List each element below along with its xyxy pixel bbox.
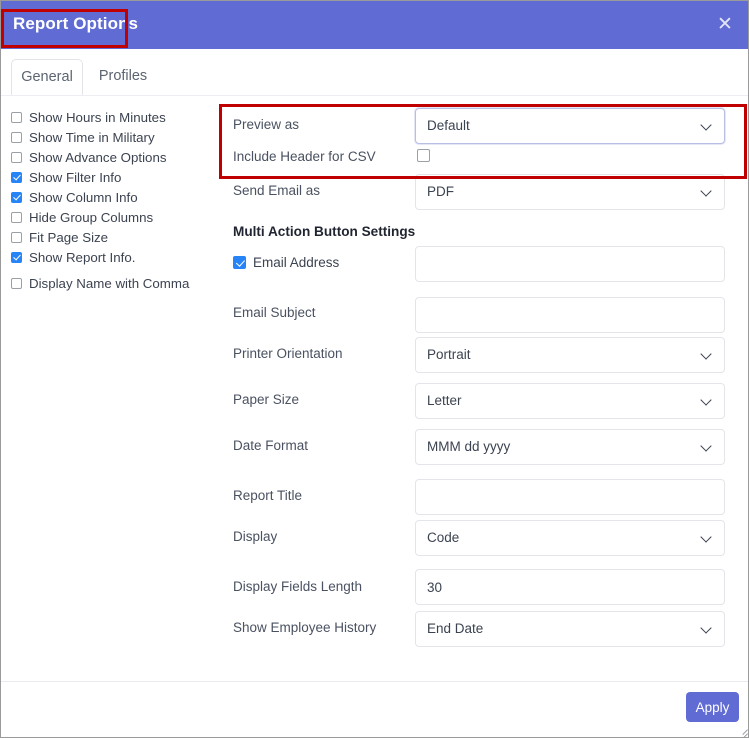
field-label: Email Address	[253, 255, 340, 270]
checkbox-label: Display Name with Comma	[29, 275, 190, 291]
field-label: Send Email as	[233, 183, 321, 198]
field-preview-as: Preview as Default	[223, 108, 743, 144]
checkbox-display-name-with-comma[interactable]: Display Name with Comma	[11, 273, 216, 293]
checkbox-show-filter-info[interactable]: Show Filter Info	[11, 167, 216, 187]
checkbox-icon[interactable]	[233, 256, 246, 269]
tab-bar: General Profiles	[1, 49, 748, 96]
email-address-toggle[interactable]: Email Address	[233, 255, 339, 270]
checkbox-icon[interactable]	[11, 251, 22, 263]
checkbox-show-advance-options[interactable]: Show Advance Options	[11, 147, 216, 167]
field-display-fields-length: Display Fields Length	[223, 566, 743, 605]
show-employee-history-select[interactable]: End Date	[415, 611, 725, 647]
field-email-address: Email Address	[223, 246, 743, 282]
dialog-titlebar: Report Options ✕	[1, 1, 748, 49]
send-email-as-select[interactable]: PDF	[415, 174, 725, 210]
checkbox-icon[interactable]	[11, 191, 22, 203]
display-fields-length-input[interactable]	[415, 569, 725, 605]
field-label: Paper Size	[233, 392, 300, 407]
checkbox-icon[interactable]	[11, 131, 22, 143]
field-label: Show Employee History	[233, 620, 377, 635]
checkbox-label: Fit Page Size	[29, 229, 109, 245]
checkbox-icon[interactable]	[11, 211, 22, 223]
apply-button[interactable]: Apply	[686, 692, 739, 722]
field-email-subject: Email Subject	[223, 292, 743, 333]
field-control[interactable]	[415, 297, 725, 333]
tab-profiles[interactable]: Profiles	[87, 59, 159, 96]
field-control[interactable]	[415, 246, 725, 282]
field-control[interactable]: End Date	[415, 611, 725, 647]
checkbox-icon[interactable]	[11, 111, 22, 123]
close-icon[interactable]: ✕	[712, 12, 738, 38]
field-label: Printer Orientation	[233, 346, 343, 361]
field-control[interactable]	[415, 569, 725, 605]
checkbox-label: Show Column Info	[29, 189, 138, 205]
checkbox-show-time-in-military[interactable]: Show Time in Military	[11, 127, 216, 147]
field-label: Report Title	[233, 488, 303, 503]
email-address-input[interactable]	[415, 246, 725, 282]
field-control[interactable]: PDF	[415, 174, 725, 210]
checkbox-icon[interactable]	[11, 171, 22, 183]
report-options-dialog: Report Options ✕ General Profiles Show H…	[0, 0, 749, 738]
checkbox-label: Show Hours in Minutes	[29, 109, 166, 125]
email-subject-input[interactable]	[415, 297, 725, 333]
field-show-employee-history: Show Employee History End Date	[223, 611, 743, 647]
field-label: Include Header for CSV	[233, 149, 376, 164]
dialog-content: Show Hours in Minutes Show Time in Milit…	[1, 96, 748, 681]
include-header-csv-checkbox[interactable]	[417, 149, 430, 162]
checkbox-label: Show Time in Military	[29, 129, 155, 145]
field-control[interactable]: MMM dd yyyy	[415, 429, 725, 465]
checkbox-fit-page-size[interactable]: Fit Page Size	[11, 227, 216, 247]
section-title-multi-action: Multi Action Button Settings	[233, 224, 416, 239]
field-label: Date Format	[233, 438, 309, 453]
checkbox-hide-group-columns[interactable]: Hide Group Columns	[11, 207, 216, 227]
preview-as-select[interactable]: Default	[415, 108, 725, 144]
checkbox-label: Show Advance Options	[29, 149, 167, 165]
field-control[interactable]: Portrait	[415, 337, 725, 373]
paper-size-select[interactable]: Letter	[415, 383, 725, 419]
field-display: Display Code	[223, 520, 743, 556]
field-control[interactable]	[415, 479, 725, 515]
resize-handle[interactable]	[736, 723, 748, 737]
field-control[interactable]: Letter	[415, 383, 725, 419]
field-control[interactable]: Code	[415, 520, 725, 556]
tab-general[interactable]: General	[11, 59, 83, 96]
field-control[interactable]: Default	[415, 108, 725, 144]
options-checklist: Show Hours in Minutes Show Time in Milit…	[11, 107, 216, 293]
checkbox-label: Show Filter Info	[29, 169, 122, 185]
field-send-email-as: Send Email as PDF	[223, 174, 743, 210]
checkbox-show-hours-in-minutes[interactable]: Show Hours in Minutes	[11, 107, 216, 127]
field-paper-size: Paper Size Letter	[223, 383, 743, 419]
checkbox-label: Hide Group Columns	[29, 209, 154, 225]
page-title: Report Options	[13, 14, 139, 33]
printer-orientation-select[interactable]: Portrait	[415, 337, 725, 373]
checkbox-show-report-info[interactable]: Show Report Info.	[11, 247, 216, 267]
field-date-format: Date Format MMM dd yyyy	[223, 429, 743, 465]
dialog-footer: Apply	[1, 682, 748, 737]
date-format-select[interactable]: MMM dd yyyy	[415, 429, 725, 465]
field-report-title: Report Title	[223, 475, 743, 515]
checkbox-show-column-info[interactable]: Show Column Info	[11, 187, 216, 207]
field-label: Display	[233, 529, 278, 544]
checkbox-icon[interactable]	[11, 277, 22, 289]
field-label: Preview as	[233, 117, 300, 132]
checkbox-icon[interactable]	[11, 231, 22, 243]
field-label: Email Subject	[233, 305, 316, 320]
field-label: Display Fields Length	[233, 579, 363, 594]
field-include-header-csv: Include Header for CSV	[223, 145, 743, 171]
report-title-input[interactable]	[415, 479, 725, 515]
checkbox-icon[interactable]	[11, 151, 22, 163]
display-select[interactable]: Code	[415, 520, 725, 556]
field-printer-orientation: Printer Orientation Portrait	[223, 337, 743, 373]
checkbox-label: Show Report Info.	[29, 249, 136, 265]
